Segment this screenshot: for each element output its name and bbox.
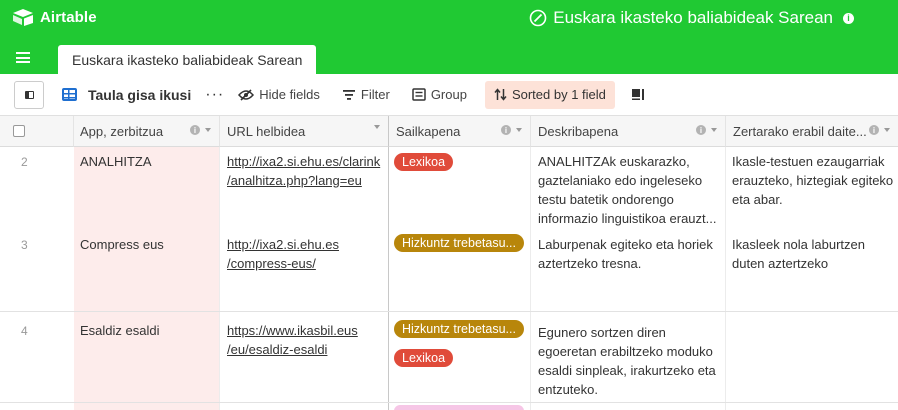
cell-category[interactable]: Lexikoa [394, 153, 454, 176]
sidebar-icon [24, 90, 34, 99]
top-header: Airtable Euskara ikasteko baliabideak Sa… [0, 0, 898, 75]
select-all-header [0, 116, 74, 147]
column-header-label: URL helbidea [227, 123, 306, 139]
tag-pill: Lexikoa [394, 349, 454, 367]
info-icon[interactable]: i [696, 125, 706, 135]
filter-button[interactable]: Filter [336, 81, 396, 109]
info-icon[interactable]: i [843, 12, 854, 24]
select-all-checkbox[interactable] [13, 125, 25, 137]
cell-description[interactable]: ANALHITZAk euskarazko, gaztelaniako edo … [538, 152, 716, 228]
column-header-label: Sailkapena [396, 123, 461, 139]
tag-pill [394, 405, 524, 410]
text-line: eta abar. [732, 192, 783, 207]
text-line: duten aztertzeko [732, 256, 829, 271]
url-link[interactable]: /eu/esaldiz-esaldi [227, 340, 358, 359]
chevron-down-icon[interactable] [374, 125, 380, 129]
cell-url[interactable]: https://www.ikasbil.eus /eu/esaldiz-esal… [227, 321, 358, 359]
row-number: 4 [21, 324, 28, 338]
view-name: Taula gisa ikusi [88, 86, 192, 103]
view-toolbar: Taula gisa ikusi ··· Hide fields Filter … [0, 74, 898, 116]
text-line: Ikasle-testuen ezaugarriak [732, 154, 885, 169]
cell-url[interactable]: http://ixa2.si.ehu.es /compress-eus/ [227, 235, 339, 273]
filter-icon [342, 89, 355, 100]
base-title-text: Euskara ikasteko baliabideak Sarean [553, 8, 833, 27]
chevron-down-icon[interactable] [205, 128, 211, 132]
compass-icon [529, 9, 547, 27]
text-line: Laburpenak egiteko eta horiek [538, 237, 713, 252]
chevron-down-icon[interactable] [516, 128, 522, 132]
chevron-down-icon[interactable] [711, 128, 717, 132]
info-icon[interactable]: i [501, 125, 511, 135]
cell-description[interactable]: Laburpenak egiteko eta horiek aztertzeko… [538, 235, 713, 273]
text-line: gaztelaniako edo ingeleseko [538, 173, 703, 188]
column-header-label: Zertarako erabil daite... [733, 123, 867, 139]
text-line: egoeretan erabiltzeko moduko [538, 344, 713, 359]
sort-arrows-icon [494, 88, 507, 101]
column-header-usage[interactable]: Zertarako erabil daite... i [726, 116, 898, 147]
row-height-button[interactable] [625, 81, 651, 109]
url-link[interactable]: /analhitza.php?lang=eu [227, 171, 380, 190]
hide-fields-button[interactable]: Hide fields [232, 81, 326, 109]
text-line: aztertzeko tresna. [538, 256, 642, 271]
column-header-label: Deskribapena [538, 123, 619, 139]
text-line: testu batetik ondorengo [538, 192, 674, 207]
tag-pill: Lexikoa [394, 153, 454, 171]
cell-description[interactable]: Egunero sortzen diren egoeretan erabiltz… [538, 323, 716, 399]
eye-slash-icon [238, 88, 255, 101]
info-icon[interactable]: i [869, 125, 879, 135]
text-line: Egunero sortzen diren [538, 325, 666, 340]
text-line: erauzteko, hiztegiak egiteko [732, 173, 894, 188]
cell-app[interactable]: ANALHITZA [80, 152, 152, 171]
text-line: entzuteko. [538, 382, 598, 397]
cell-category[interactable]: Hizkuntz trebetasu... [394, 234, 524, 257]
column-header-description[interactable]: Deskribapena i [531, 116, 726, 147]
group-label: Group [430, 87, 467, 102]
menu-icon[interactable] [16, 52, 30, 63]
column-header-label: App, zerbitzua [80, 123, 164, 139]
view-switcher[interactable]: Taula gisa ikusi [56, 81, 197, 109]
chevron-down-icon[interactable] [884, 128, 890, 132]
logo-text: Airtable [40, 8, 97, 26]
sidebar-toggle-button[interactable] [14, 80, 44, 109]
group-button[interactable]: Group [406, 81, 473, 109]
group-icon [412, 88, 426, 101]
cell-usage[interactable]: Ikasleek nola laburtzen duten aztertzeko [732, 235, 865, 273]
data-grid: App, zerbitzua i URL helbidea Sailkapena… [0, 116, 898, 410]
tag-pill: Hizkuntz trebetasu... [394, 320, 524, 338]
cell-app[interactable]: Compress eus [80, 235, 164, 254]
sort-button[interactable]: Sorted by 1 field [484, 80, 615, 109]
row-number: 2 [21, 155, 28, 169]
airtable-logo[interactable]: Airtable [12, 8, 97, 26]
text-line: ANALHITZAk euskarazko, [538, 154, 690, 169]
text-line: esaldi sinpleak, irakurtzeko eta [538, 363, 716, 378]
row-divider [0, 402, 898, 403]
row-height-icon [631, 89, 644, 100]
column-header-category[interactable]: Sailkapena i [389, 116, 531, 147]
column-header-app[interactable]: App, zerbitzua i [74, 116, 220, 147]
grid-view-icon [62, 88, 77, 101]
tag-pill: Hizkuntz trebetasu... [394, 234, 524, 252]
more-options-icon[interactable]: ··· [205, 86, 224, 104]
url-link[interactable]: http://ixa2.si.ehu.es [227, 235, 339, 254]
cell-category[interactable]: Hizkuntz trebetasu... Lexikoa [394, 320, 524, 372]
info-icon[interactable]: i [190, 125, 200, 135]
url-link[interactable]: https://www.ikasbil.eus [227, 321, 358, 340]
cell-url[interactable]: http://ixa2.si.ehu.es/clarink /analhitza… [227, 152, 380, 190]
sort-label: Sorted by 1 field [511, 87, 606, 102]
row-divider [0, 311, 898, 312]
hide-fields-label: Hide fields [259, 87, 320, 102]
url-link[interactable]: /compress-eus/ [227, 254, 339, 273]
column-header-url[interactable]: URL helbidea [220, 116, 389, 147]
text-line: Ikasleek nola laburtzen [732, 237, 865, 252]
cell-usage[interactable]: Ikasle-testuen ezaugarriak erauzteko, hi… [732, 152, 893, 209]
filter-label: Filter [360, 87, 390, 102]
tab-table[interactable]: Euskara ikasteko baliabideak Sarean [58, 45, 317, 75]
url-link[interactable]: http://ixa2.si.ehu.es/clarink [227, 152, 380, 171]
airtable-logo-icon [13, 9, 33, 26]
text-line: informazio linguistikoa erauzt... [538, 211, 717, 226]
base-title[interactable]: Euskara ikasteko baliabideak Sarean i [529, 8, 854, 28]
row-number: 3 [21, 238, 28, 252]
cell-app[interactable]: Esaldiz esaldi [80, 321, 160, 340]
